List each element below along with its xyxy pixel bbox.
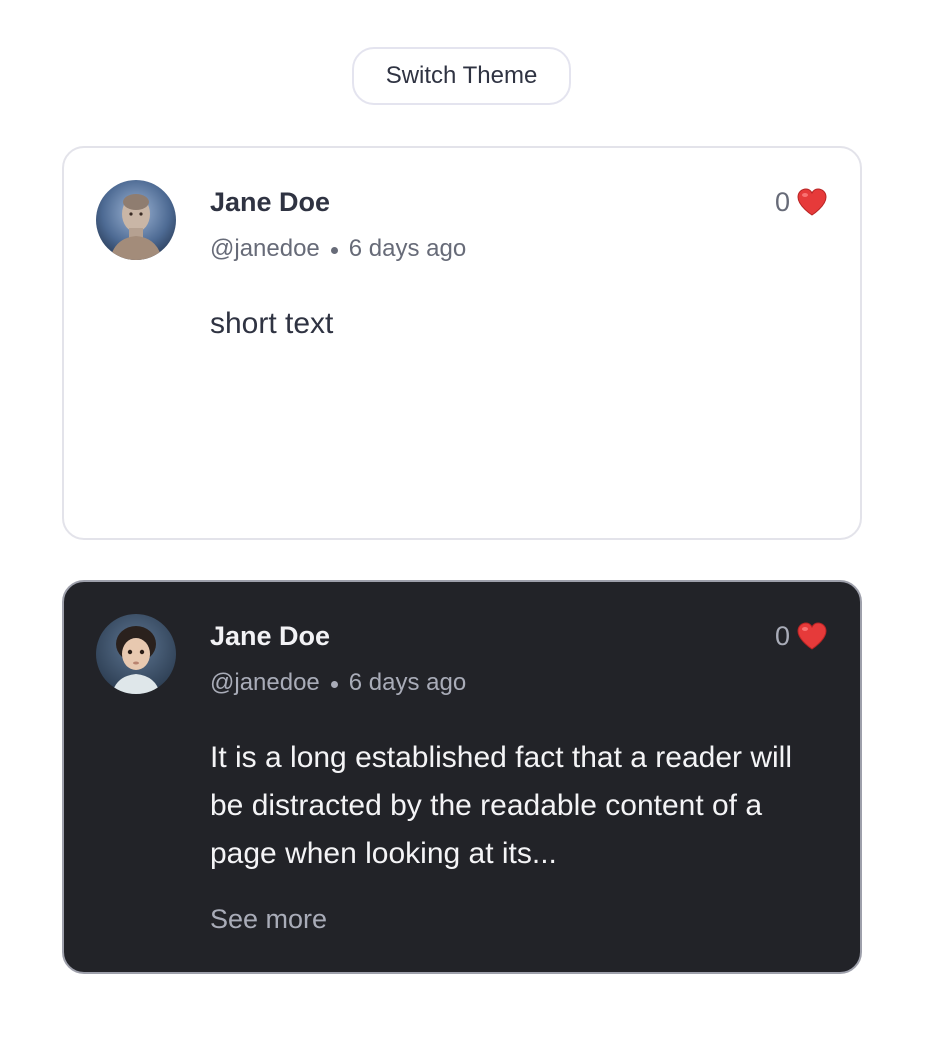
- like-button[interactable]: 0: [775, 186, 828, 218]
- avatar[interactable]: [96, 614, 176, 694]
- comment-card-dark: Jane Doe @janedoe 6 days ago 0 It is a l…: [62, 580, 862, 974]
- author-name: Jane Doe: [210, 621, 331, 651]
- heart-icon: [796, 187, 828, 217]
- separator-dot: [330, 246, 338, 254]
- like-count: 0: [774, 621, 790, 651]
- comment-text: It is a long established fact that a rea…: [210, 741, 792, 870]
- like-count: 0: [774, 187, 790, 217]
- user-photo-child-icon: [96, 614, 176, 694]
- like-button[interactable]: 0: [775, 620, 828, 652]
- comment-text: short text: [210, 307, 334, 340]
- timestamp: 6 days ago: [348, 235, 467, 262]
- see-more-link[interactable]: See more: [210, 902, 327, 936]
- comment-card-light: Jane Doe @janedoe 6 days ago 0 short tex…: [62, 146, 862, 540]
- heart-icon: [796, 621, 828, 651]
- author-handle[interactable]: @janedoe: [210, 668, 320, 698]
- timestamp: 6 days ago: [348, 669, 467, 696]
- switch-theme-button[interactable]: Switch Theme: [352, 47, 571, 105]
- user-photo-man-icon: [96, 180, 176, 260]
- avatar[interactable]: [96, 180, 176, 260]
- meta-row: @janedoe 6 days ago: [210, 234, 466, 264]
- author-handle[interactable]: @janedoe: [210, 234, 320, 264]
- separator-dot: [330, 680, 338, 688]
- author-name: Jane Doe: [210, 187, 331, 217]
- meta-row: @janedoe 6 days ago: [210, 668, 466, 698]
